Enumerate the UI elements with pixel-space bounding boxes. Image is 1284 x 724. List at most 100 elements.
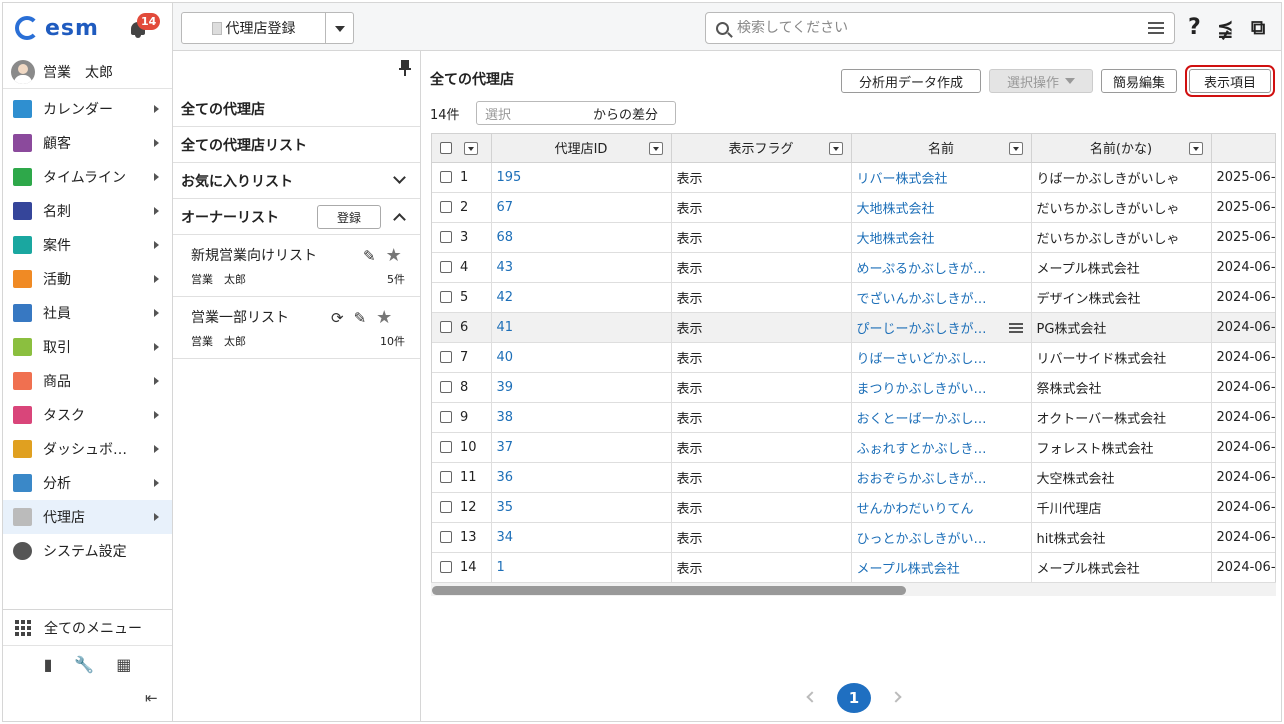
col-header-kana[interactable]: 名前(かな) <box>1031 134 1212 163</box>
page-1-button[interactable]: 1 <box>837 683 871 713</box>
diff-select[interactable]: 選択 からの差分 <box>476 101 676 125</box>
agent-name-link[interactable]: まつりかぶしきがい… <box>851 372 1032 403</box>
column-menu-icon[interactable] <box>1188 142 1203 155</box>
sidebar-item-12[interactable]: 分析 <box>3 466 172 500</box>
row-checkbox[interactable] <box>440 381 452 393</box>
all-menu-button[interactable]: 全てのメニュー <box>3 610 172 646</box>
owner-list-register-button[interactable]: 登録 <box>317 205 381 229</box>
agent-name-link[interactable]: おくとーばーかぶし… <box>851 402 1032 433</box>
agent-name-link[interactable]: ふぉれすとかぶしき… <box>851 432 1032 463</box>
row-checkbox[interactable] <box>440 201 452 213</box>
book-icon[interactable]: ▮ <box>44 655 53 674</box>
sidebar-item-7[interactable]: 社員 <box>3 296 172 330</box>
agent-name-link[interactable]: リバー株式会社 <box>851 162 1032 193</box>
agent-name-link[interactable]: 大地株式会社 <box>851 222 1032 253</box>
table-row[interactable]: 5 42表示でざいんかぶしきが… デザイン株式会社2024-06-1 <box>432 282 1275 313</box>
agent-name-link[interactable]: めーぷるかぶしきが… <box>851 252 1032 283</box>
chevron-up-icon[interactable] <box>393 213 406 226</box>
edit-list-icon[interactable]: ✎ <box>363 247 376 265</box>
sidebar-item-9[interactable]: 商品 <box>3 364 172 398</box>
analysis-data-button[interactable]: 分析用データ作成 <box>841 69 981 93</box>
agent-id-link[interactable]: 37 <box>491 432 672 463</box>
table-row[interactable]: 6 41表示ぴーじーかぶしきが… PG株式会社2024-06-1 <box>432 312 1275 343</box>
all-agents-list-item[interactable]: 全ての代理店リスト <box>173 127 420 163</box>
scrollbar-thumb[interactable] <box>432 586 906 595</box>
sidebar-item-11[interactable]: ダッシュボ… <box>3 432 172 466</box>
table-row[interactable]: 1 195表示リバー株式会社 りばーかぶしきがいしゃ2025-06-0 <box>432 162 1275 193</box>
col-header-name[interactable]: 名前 <box>851 134 1032 163</box>
agent-name-link[interactable]: でざいんかぶしきが… <box>851 282 1032 313</box>
agent-id-link[interactable]: 41 <box>491 312 672 343</box>
external-link-icon[interactable]: ⧉ <box>1251 15 1265 39</box>
table-row[interactable]: 141表示メープル株式会社メープル株式会社2024-06-1 <box>432 552 1275 583</box>
col-header-date[interactable]: 登 <box>1211 134 1275 163</box>
esm-logo[interactable]: esm <box>15 13 99 43</box>
agent-id-link[interactable]: 40 <box>491 342 672 373</box>
table-row[interactable]: 9 38表示おくとーばーかぶし… オクトーバー株式会社2024-06-1 <box>432 402 1275 433</box>
sidebar-item-2[interactable]: 顧客 <box>3 126 172 160</box>
filter-settings-icon[interactable] <box>1148 21 1164 35</box>
col-header-id[interactable]: 代理店ID <box>491 134 672 163</box>
table-row[interactable]: 3 68表示大地株式会社 だいちかぶしきがいしゃ2025-06-0 <box>432 222 1275 253</box>
select-ops-button[interactable]: 選択操作 <box>989 69 1093 93</box>
col-header-flag[interactable]: 表示フラグ <box>671 134 852 163</box>
select-dropdown-icon[interactable] <box>463 142 478 155</box>
quick-edit-button[interactable]: 簡易編集 <box>1101 69 1177 93</box>
register-dropdown-button[interactable] <box>326 12 354 44</box>
horizontal-scrollbar[interactable] <box>431 582 1276 596</box>
row-checkbox[interactable] <box>440 411 452 423</box>
all-agents-item[interactable]: 全ての代理店 <box>173 91 420 127</box>
collapse-sidebar-icon[interactable]: ⇤ <box>145 689 158 707</box>
table-row[interactable]: 12 35表示せんかわだいりてん 千川代理店2024-06-1 <box>432 492 1275 523</box>
search-input[interactable] <box>737 20 1148 36</box>
agent-id-link[interactable]: 1 <box>491 552 672 583</box>
row-checkbox[interactable] <box>440 471 452 483</box>
list-item[interactable]: 営業一部リスト 営業 太郎 10件 ⟳ ✎ ★ <box>173 297 420 359</box>
table-row[interactable]: 11 36表示おおぞらかぶしきが… 大空株式会社2024-06-1 <box>432 462 1275 493</box>
table-row[interactable]: 2 67表示大地株式会社 だいちかぶしきがいしゃ2025-06-0 <box>432 192 1275 223</box>
agent-name-link[interactable]: 大地株式会社 <box>851 192 1032 223</box>
sidebar-item-4[interactable]: 名刺 <box>3 194 172 228</box>
row-checkbox[interactable] <box>440 231 452 243</box>
sidebar-item-14[interactable]: システム設定 <box>3 534 172 568</box>
agent-id-link[interactable]: 43 <box>491 252 672 283</box>
next-page-icon[interactable] <box>890 691 902 703</box>
row-checkbox[interactable] <box>440 321 452 333</box>
table-row[interactable]: 8 39表示まつりかぶしきがい… 祭株式会社2024-06-1 <box>432 372 1275 403</box>
sidebar-item-5[interactable]: 案件 <box>3 228 172 262</box>
agent-id-link[interactable]: 39 <box>491 372 672 403</box>
agent-id-link[interactable]: 67 <box>491 192 672 223</box>
prev-page-icon[interactable] <box>806 691 818 703</box>
row-checkbox[interactable] <box>440 351 452 363</box>
list-item[interactable]: 新規営業向けリスト 営業 太郎 5件 ✎ ★ <box>173 235 420 297</box>
star-icon[interactable]: ★ <box>376 307 392 328</box>
row-checkbox[interactable] <box>440 441 452 453</box>
sidebar-item-8[interactable]: 取引 <box>3 330 172 364</box>
pin-icon[interactable] <box>399 60 411 76</box>
agent-name-link[interactable]: せんかわだいりてん <box>851 492 1032 523</box>
chevron-down-icon[interactable] <box>393 171 406 184</box>
help-icon[interactable]: ? <box>1188 15 1201 40</box>
column-menu-icon[interactable] <box>648 142 663 155</box>
agent-id-link[interactable]: 35 <box>491 492 672 523</box>
row-checkbox[interactable] <box>440 291 452 303</box>
sidebar-item-1[interactable]: カレンダー <box>3 92 172 126</box>
agent-id-link[interactable]: 42 <box>491 282 672 313</box>
agent-id-link[interactable]: 68 <box>491 222 672 253</box>
agent-name-link[interactable]: ぴーじーかぶしきが… <box>851 312 1032 343</box>
table-row[interactable]: 13 34表示ひっとかぶしきがい… hit株式会社2024-06-1 <box>432 522 1275 553</box>
select-all-checkbox[interactable] <box>440 141 452 154</box>
user-profile[interactable]: 営業 太郎 <box>3 55 172 89</box>
edit-list-icon[interactable]: ✎ <box>354 309 367 327</box>
star-icon[interactable]: ★ <box>386 245 402 266</box>
table-row[interactable]: 10 37表示ふぉれすとかぶしき… フォレスト株式会社2024-06-1 <box>432 432 1275 463</box>
row-checkbox[interactable] <box>440 561 452 573</box>
agent-name-link[interactable]: ひっとかぶしきがい… <box>851 522 1032 553</box>
row-checkbox[interactable] <box>440 171 452 183</box>
row-menu-icon[interactable] <box>1008 322 1023 334</box>
agent-id-link[interactable]: 38 <box>491 402 672 433</box>
owner-list-section[interactable]: オーナーリスト 登録 <box>173 199 420 235</box>
sidebar-item-10[interactable]: タスク <box>3 398 172 432</box>
sidebar-item-6[interactable]: 活動 <box>3 262 172 296</box>
refresh-icon[interactable]: ⟳ <box>331 309 344 327</box>
